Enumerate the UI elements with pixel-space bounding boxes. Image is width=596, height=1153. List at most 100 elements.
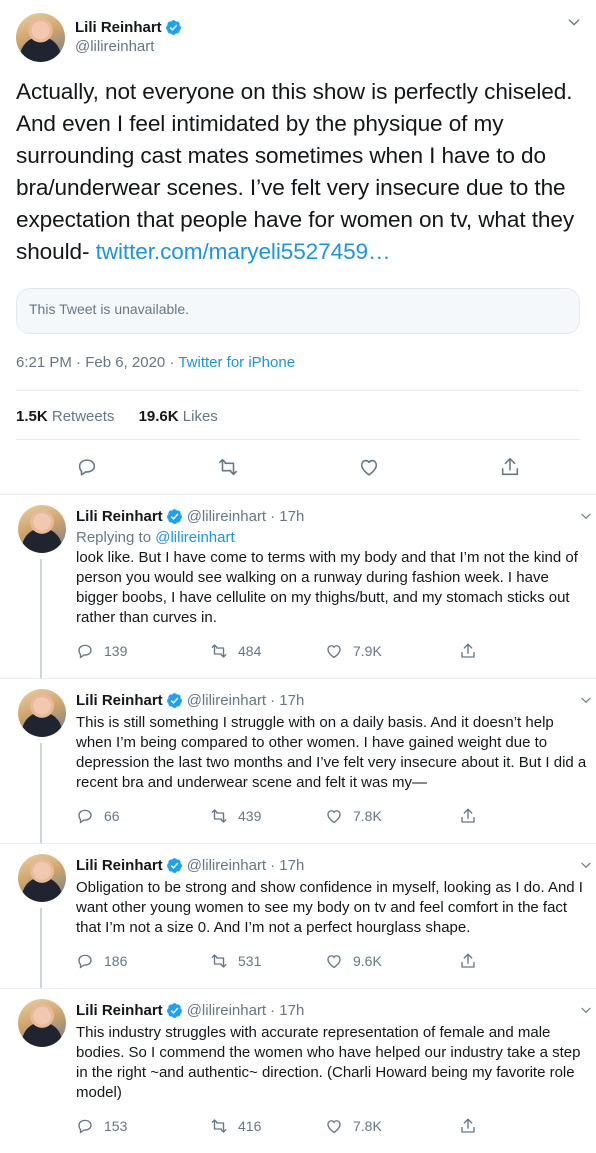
chevron-down-icon[interactable] — [579, 693, 593, 707]
tweet-age[interactable]: · 17h — [270, 692, 304, 709]
reply-count: 153 — [104, 1118, 128, 1134]
reply-icon — [78, 644, 92, 659]
reply-tweet[interactable]: Lili Reinhart @lilireinhart · 17h Obliga… — [0, 844, 596, 988]
retweet-button[interactable]: 531 — [210, 952, 325, 970]
tweet-age[interactable]: · 17h — [270, 857, 304, 874]
author-handle[interactable]: @lilireinhart — [75, 38, 182, 55]
retweet-icon — [211, 644, 227, 658]
heart-icon — [327, 1120, 341, 1134]
chevron-down-icon[interactable] — [579, 1003, 593, 1017]
thread-line — [40, 743, 42, 843]
reply-actions: 186 531 9.6K — [76, 948, 593, 988]
tweet-age[interactable]: · 17h — [270, 508, 304, 525]
replying-prefix: Replying to — [76, 529, 152, 546]
author-name[interactable]: Lili Reinhart — [75, 19, 162, 36]
reply-button[interactable]: 139 — [76, 642, 210, 660]
like-count: 7.8K — [353, 1118, 382, 1134]
author-name[interactable]: Lili Reinhart — [76, 692, 163, 709]
verified-badge-icon — [165, 20, 181, 35]
reply-actions: 139 484 7.9K — [76, 638, 593, 678]
chevron-down-icon[interactable] — [579, 509, 593, 523]
reply-tweet[interactable]: Lili Reinhart @lilireinhart · 17h Replyi… — [0, 495, 596, 678]
author-handle[interactable]: @lilireinhart — [187, 692, 266, 709]
reply-text: This is still something I struggle with … — [76, 714, 587, 791]
avatar[interactable] — [18, 999, 66, 1047]
reply-tweet[interactable]: Lili Reinhart @lilireinhart · 17h This i… — [0, 679, 596, 843]
reply-button[interactable]: 186 — [76, 952, 210, 970]
reply-text: This industry struggles with accurate re… — [76, 1024, 581, 1101]
share-button[interactable] — [459, 642, 593, 660]
retweet-icon — [211, 809, 227, 823]
reply-actions: 66 439 7.8K — [76, 803, 593, 843]
like-count: 7.9K — [353, 643, 382, 659]
retweets-stat[interactable]: 1.5K Retweets — [16, 408, 119, 425]
retweet-button[interactable]: 439 — [210, 807, 325, 825]
avatar[interactable] — [18, 689, 66, 737]
retweet-button[interactable]: 484 — [210, 642, 325, 660]
like-button[interactable]: 9.6K — [325, 952, 459, 970]
reply-tweet[interactable]: Lili Reinhart @lilireinhart · 17h This i… — [0, 989, 596, 1153]
author-handle[interactable]: @lilireinhart — [187, 857, 266, 874]
avatar[interactable] — [18, 854, 66, 902]
main-tweet: Lili Reinhart @lilireinhart Actually, no… — [0, 0, 596, 495]
author-name[interactable]: Lili Reinhart — [76, 1002, 163, 1019]
reply-count: 186 — [104, 953, 128, 969]
avatar[interactable] — [18, 505, 66, 553]
replying-to-handle[interactable]: @lilireinhart — [155, 529, 234, 546]
share-icon — [461, 1118, 475, 1133]
avatar[interactable] — [16, 12, 65, 62]
likes-count: 19.6K — [138, 408, 179, 425]
author-name[interactable]: Lili Reinhart — [76, 508, 163, 525]
chevron-down-icon[interactable] — [579, 858, 593, 872]
retweets-label: Retweets — [51, 408, 115, 425]
share-button[interactable] — [459, 807, 593, 825]
share-icon[interactable] — [499, 456, 521, 478]
author-handle[interactable]: @lilireinhart — [187, 1002, 266, 1019]
retweet-icon[interactable] — [217, 456, 239, 478]
chevron-down-icon[interactable] — [566, 14, 582, 30]
tweet-stats: 1.5K Retweets 19.6K Likes — [16, 391, 580, 440]
reply-count: 66 — [104, 808, 120, 824]
heart-icon — [327, 645, 341, 659]
like-button[interactable]: 7.8K — [325, 1117, 459, 1135]
tweet-text: Actually, not everyone on this show is p… — [16, 76, 580, 268]
retweet-button[interactable]: 416 — [210, 1117, 325, 1135]
tweet-source[interactable]: Twitter for iPhone — [178, 354, 295, 371]
tweet-meta: 6:21 PM · Feb 6, 2020 · Twitter for iPho… — [16, 354, 580, 391]
reply-icon[interactable] — [76, 456, 98, 478]
retweet-icon — [211, 954, 227, 968]
verified-badge-icon — [166, 508, 182, 524]
likes-label: Likes — [182, 408, 218, 425]
tweet-timestamp[interactable]: 6:21 PM · Feb 6, 2020 — [16, 354, 165, 371]
like-button[interactable]: 7.9K — [325, 642, 459, 660]
retweet-count: 484 — [238, 643, 262, 659]
verified-badge-icon — [166, 857, 182, 873]
reply-text: look like. But I have come to terms with… — [76, 549, 578, 626]
reply-button[interactable]: 153 — [76, 1117, 210, 1135]
retweet-icon — [211, 1119, 227, 1133]
share-button[interactable] — [459, 1117, 593, 1135]
main-tweet-header: Lili Reinhart @lilireinhart — [16, 0, 580, 62]
heart-icon — [327, 955, 341, 969]
tweet-age[interactable]: · 17h — [270, 1002, 304, 1019]
share-icon — [461, 808, 475, 823]
likes-stat[interactable]: 19.6K Likes — [139, 408, 218, 425]
reply-icon — [78, 1119, 92, 1134]
like-button[interactable]: 7.8K — [325, 807, 459, 825]
tweet-actions — [16, 440, 580, 494]
retweet-count: 439 — [238, 808, 262, 824]
reply-button[interactable]: 66 — [76, 807, 210, 825]
like-count: 9.6K — [353, 953, 382, 969]
thread-line — [40, 559, 42, 678]
share-button[interactable] — [459, 952, 593, 970]
meta-separator: · — [165, 354, 179, 371]
share-icon — [461, 643, 475, 658]
retweet-count: 531 — [238, 953, 262, 969]
reply-text: Obligation to be strong and show confide… — [76, 879, 583, 936]
reply-icon — [78, 809, 92, 824]
tweet-link[interactable]: twitter.com/maryeli5527459… — [96, 239, 391, 264]
verified-badge-icon — [166, 692, 182, 708]
author-handle[interactable]: @lilireinhart — [187, 508, 266, 525]
author-name[interactable]: Lili Reinhart — [76, 857, 163, 874]
heart-icon[interactable] — [358, 456, 380, 478]
